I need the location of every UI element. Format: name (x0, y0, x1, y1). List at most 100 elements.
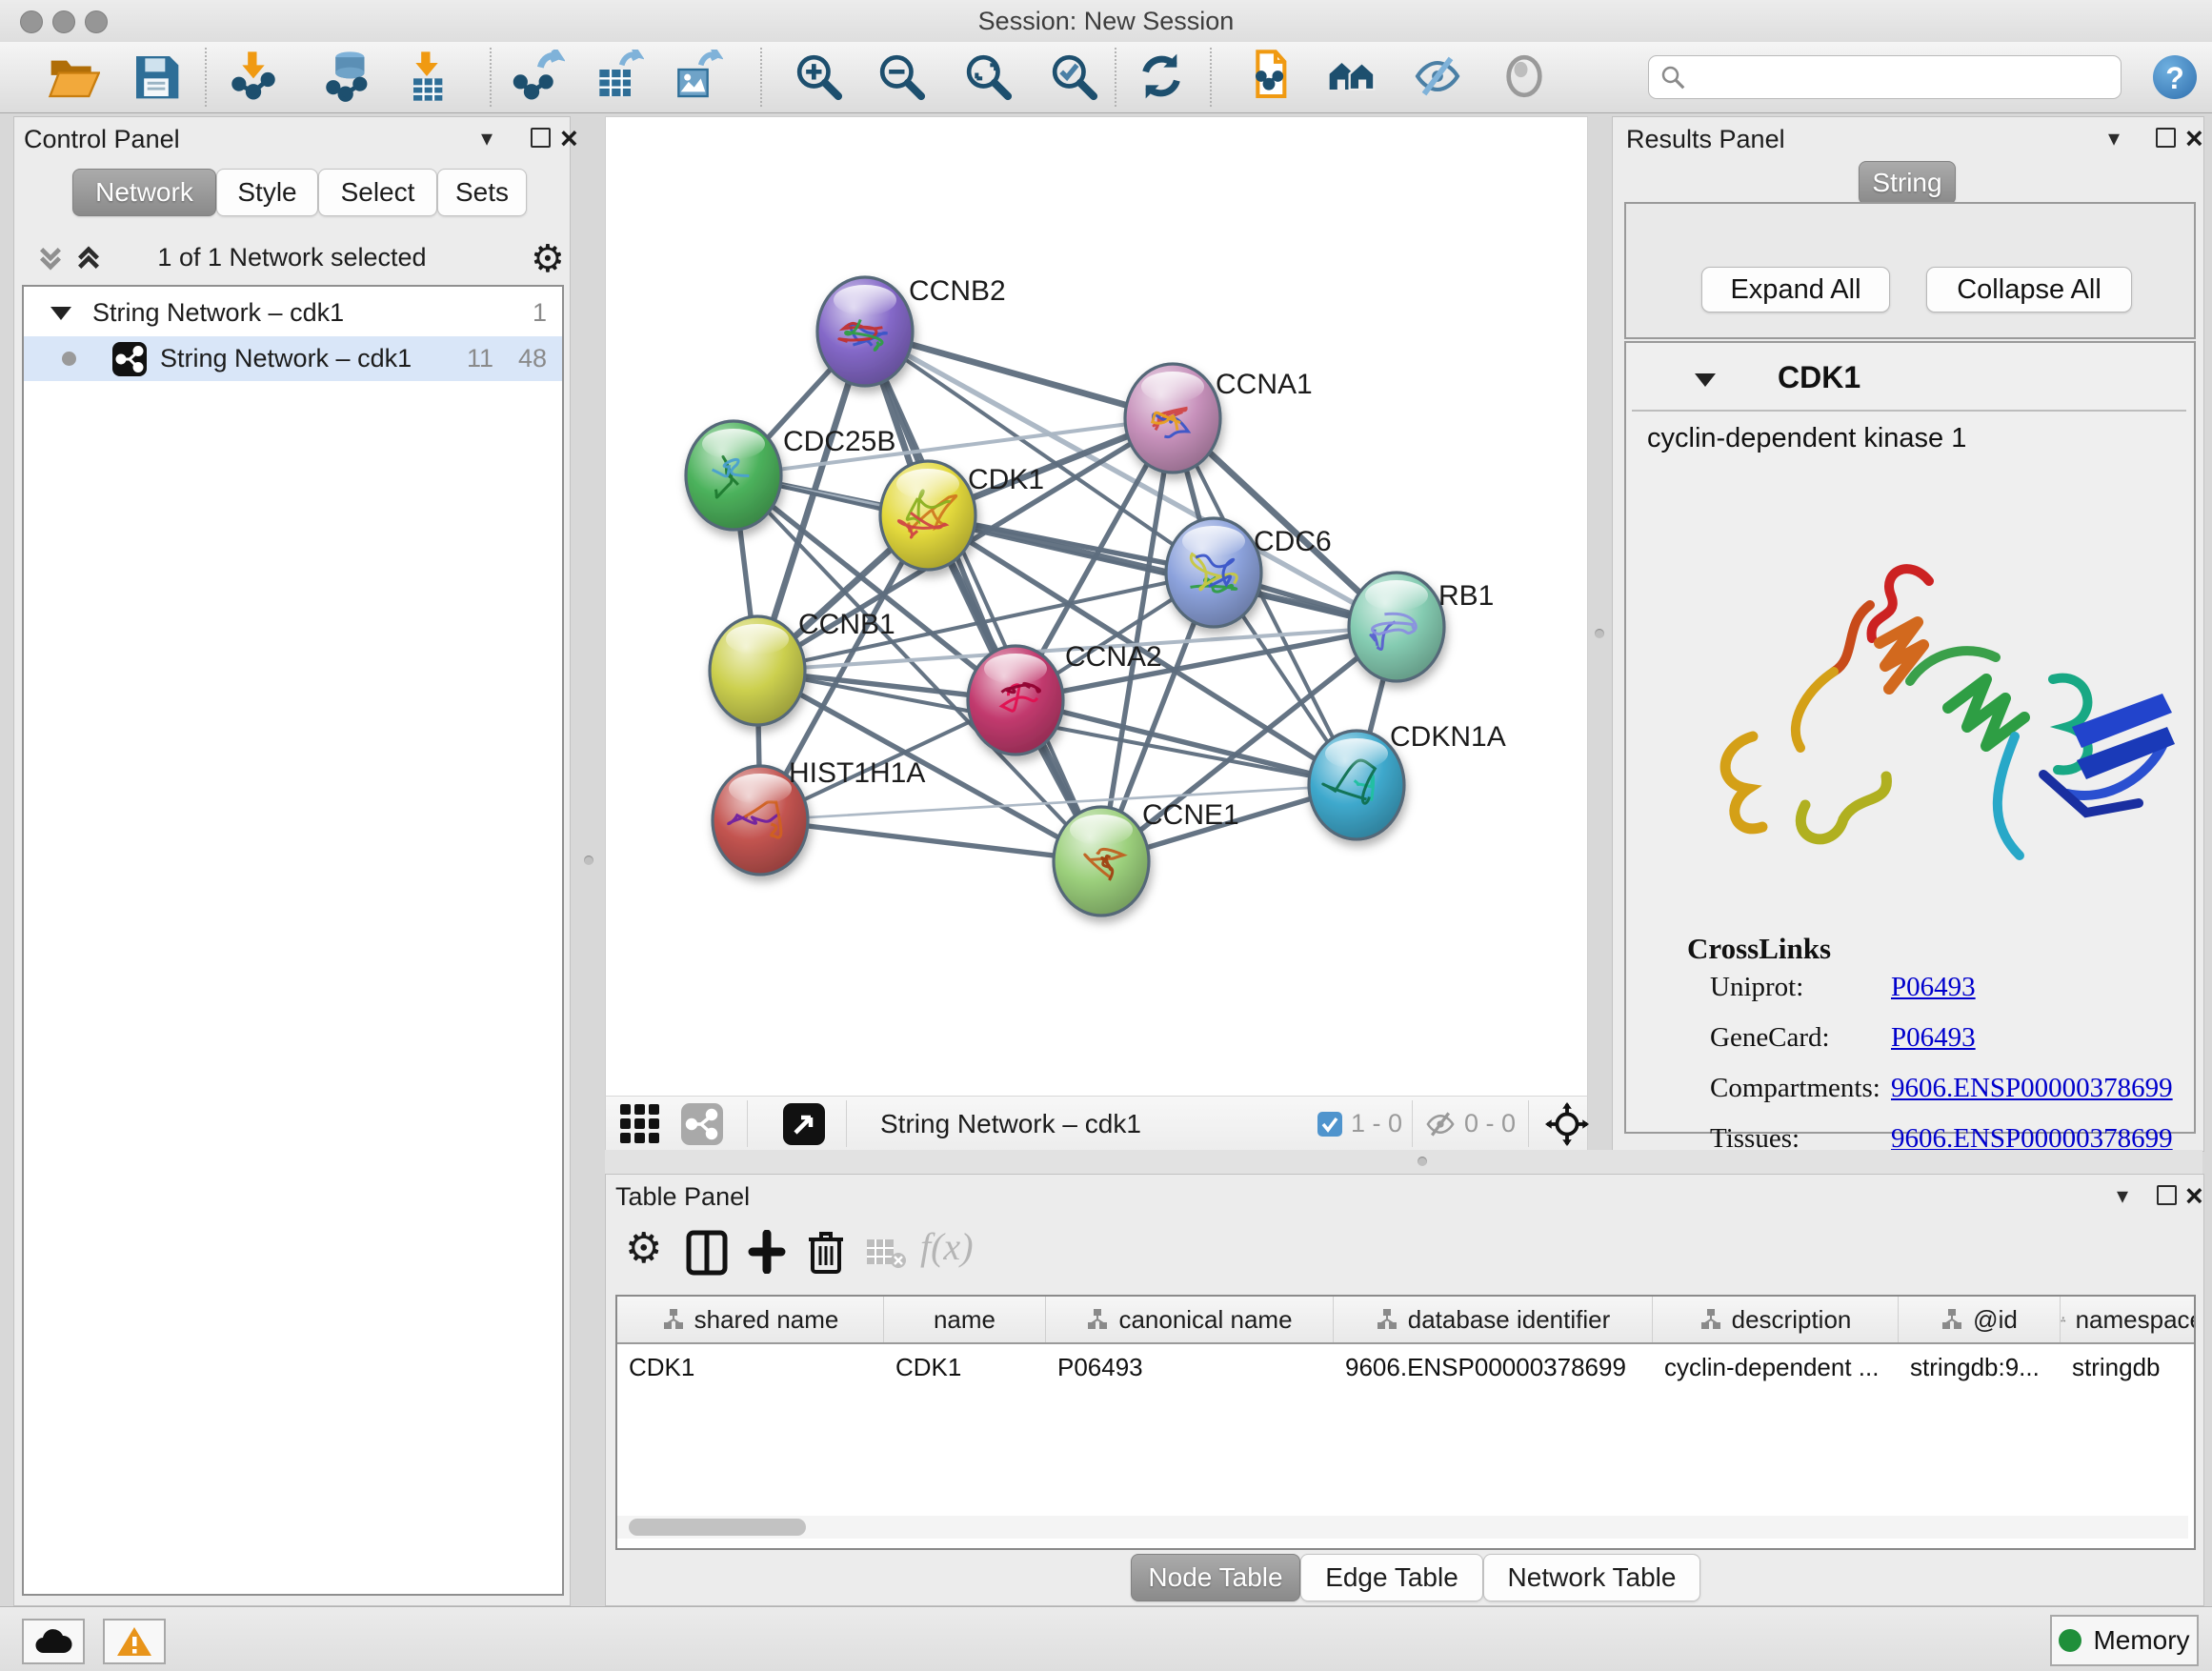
tab-sets[interactable]: Sets (437, 169, 527, 216)
tab-select[interactable]: Select (318, 169, 437, 216)
panel-float-icon[interactable] (2157, 1185, 2177, 1205)
collapse-all-button[interactable]: Collapse All (1926, 267, 2132, 312)
export-image-icon[interactable] (670, 50, 723, 103)
zoom-selected-icon[interactable] (1047, 50, 1100, 103)
cloud-button[interactable] (22, 1619, 85, 1664)
tab-node-table[interactable]: Node Table (1131, 1554, 1300, 1601)
panel-float-icon[interactable] (2156, 128, 2176, 148)
column-header-shared-name[interactable]: shared name (617, 1297, 884, 1342)
table-horizontal-scrollbar[interactable] (617, 1516, 2188, 1539)
column-header-namespace[interactable]: namespace (2061, 1297, 2196, 1342)
network-canvas[interactable]: CCNB2CCNA1CDC25BCDK1CDC6RB1CCNB1CCNA2CDK… (605, 116, 1588, 1097)
table-cell[interactable]: CDK1 (617, 1344, 884, 1390)
left-splitter-handle[interactable] (584, 856, 593, 865)
show-all-networks-icon[interactable] (1325, 50, 1378, 103)
right-splitter-handle[interactable] (1595, 629, 1604, 638)
birdseye-grid-icon[interactable] (618, 1102, 662, 1146)
import-table-from-file-icon[interactable] (400, 50, 453, 103)
network-node-CCNB1[interactable] (710, 616, 805, 725)
tab-string[interactable]: String (1859, 161, 1956, 205)
expand-all-button[interactable]: Expand All (1701, 267, 1890, 312)
panel-float-icon[interactable] (531, 128, 551, 148)
entry-collapse-icon[interactable] (1695, 373, 1716, 387)
save-session-icon[interactable] (130, 50, 183, 103)
table-cell[interactable]: stringdb (2061, 1344, 2196, 1390)
selected-checkbox-icon[interactable] (1317, 1111, 1343, 1137)
column-header-description[interactable]: description (1653, 1297, 1899, 1342)
table-cell[interactable]: stringdb:9... (1899, 1344, 2061, 1390)
mapped-column-icon (2061, 1308, 2066, 1331)
network-tree: String Network – cdk1 1 String Network –… (22, 285, 564, 1596)
create-column-plus-icon[interactable] (745, 1230, 789, 1274)
table-options-gear-icon[interactable]: ⚙ (625, 1224, 662, 1273)
table-row[interactable]: CDK1CDK1P064939606.ENSP00000378699cyclin… (617, 1344, 2194, 1390)
tab-style[interactable]: Style (216, 169, 318, 216)
network-node-CCNA2[interactable] (968, 646, 1063, 755)
crosslink-link[interactable]: 9606.ENSP00000378699 (1891, 1073, 2173, 1104)
fit-content-crosshair-icon[interactable] (1545, 1102, 1589, 1146)
column-header-database-identifier[interactable]: database identifier (1334, 1297, 1653, 1342)
function-builder-fx-icon: f(x) (920, 1224, 974, 1269)
export-table-icon[interactable] (591, 50, 644, 103)
network-options-gear-icon[interactable]: ⚙ (531, 237, 565, 281)
table-cell[interactable]: CDK1 (884, 1344, 1046, 1390)
memory-button[interactable]: Memory (2050, 1615, 2199, 1666)
import-network-from-database-icon[interactable] (321, 50, 374, 103)
collection-expand-icon[interactable] (50, 307, 71, 320)
tab-network-table[interactable]: Network Table (1483, 1554, 1700, 1601)
network-node-RB1[interactable] (1349, 573, 1444, 681)
warning-button[interactable] (103, 1619, 166, 1664)
control-panel-title: Control Panel (24, 125, 180, 154)
network-node-CCNA1[interactable] (1125, 364, 1220, 473)
network-node-CDC6[interactable] (1166, 518, 1261, 627)
panel-close-icon[interactable]: × (2185, 129, 2203, 148)
scrollbar-thumb[interactable] (629, 1519, 806, 1536)
warning-icon (115, 1625, 153, 1658)
open-session-icon[interactable] (47, 50, 100, 103)
horizontal-splitter-handle[interactable] (1418, 1157, 1427, 1166)
network-node-CDK1[interactable] (880, 461, 975, 570)
panel-minimize-icon[interactable]: ▾ (481, 125, 493, 152)
search-input[interactable] (1693, 62, 2121, 93)
crosslink-link[interactable]: P06493 (1891, 1022, 1976, 1054)
export-network-icon[interactable] (512, 50, 565, 103)
horizontal-splitter[interactable] (605, 1150, 2202, 1174)
network-row-selected[interactable]: String Network – cdk1 11 48 (24, 336, 562, 381)
panel-close-icon[interactable]: × (2185, 1186, 2203, 1205)
tab-network[interactable]: Network (72, 169, 216, 216)
hidden-count: 0 - 0 (1464, 1097, 1516, 1151)
network-edge[interactable] (1016, 700, 1357, 785)
memory-label: Memory (2093, 1625, 2189, 1656)
zoom-in-icon[interactable] (792, 50, 845, 103)
crosslink-link[interactable]: P06493 (1891, 972, 1976, 1003)
network-node-CCNB2[interactable] (817, 277, 913, 386)
column-header--id[interactable]: @id (1899, 1297, 2061, 1342)
node-label: RB1 (1438, 580, 1494, 612)
panel-minimize-icon[interactable]: ▾ (2108, 125, 2120, 152)
network-collection-row[interactable]: String Network – cdk1 1 (24, 291, 562, 335)
column-header-name[interactable]: name (884, 1297, 1046, 1342)
hide-selected-icon[interactable] (1411, 50, 1464, 103)
import-network-from-file-icon[interactable] (227, 50, 280, 103)
table-cell[interactable]: 9606.ENSP00000378699 (1334, 1344, 1653, 1390)
zoom-fit-icon[interactable] (961, 50, 1015, 103)
show-columns-icon[interactable] (686, 1230, 728, 1276)
zoom-out-icon[interactable] (875, 50, 928, 103)
first-neighbors-icon[interactable] (1242, 50, 1296, 103)
panel-minimize-icon[interactable]: ▾ (2117, 1182, 2128, 1210)
string-share-icon[interactable] (680, 1102, 724, 1146)
network-nodes: CCNB2CCNA1CDC25BCDK1CDC6RB1CCNB1CCNA2CDK… (686, 275, 1506, 916)
network-edge[interactable] (760, 820, 1101, 861)
open-in-new-window-icon[interactable] (782, 1102, 826, 1146)
table-cell[interactable]: cyclin-dependent ... (1653, 1344, 1899, 1390)
column-header-canonical-name[interactable]: canonical name (1046, 1297, 1334, 1342)
refresh-icon[interactable] (1135, 50, 1188, 103)
network-node-CDC25B[interactable] (686, 421, 781, 530)
delete-column-trash-icon[interactable] (806, 1228, 846, 1276)
panel-close-icon[interactable]: × (560, 129, 578, 148)
help-icon[interactable]: ? (2153, 55, 2197, 99)
table-cell[interactable]: P06493 (1046, 1344, 1334, 1390)
show-hidden-icon[interactable] (1498, 50, 1551, 103)
tab-edge-table[interactable]: Edge Table (1300, 1554, 1483, 1601)
network-node-CCNE1[interactable] (1054, 807, 1149, 916)
